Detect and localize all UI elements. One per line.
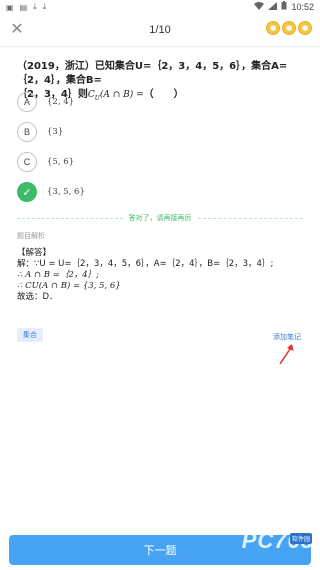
coin-group: ● ● ●	[266, 21, 312, 35]
annotation-arrow-icon	[279, 344, 294, 365]
question-line-1: （2019，浙江）已知集合U=｛2，3，4，5，6｝，集合A=｛2，4｝，集合B…	[17, 61, 288, 86]
download-icon: ⤓	[42, 2, 47, 11]
solution-line: ∴ CU(A ∩ B) = {3, 5, 6}	[17, 281, 121, 291]
option-text: {3}	[47, 127, 64, 137]
status-bar: ▣ ▤ ⤓ ⤓ 10:52	[0, 0, 320, 14]
coin-icon: ●	[266, 21, 280, 35]
result-divider-left	[17, 217, 123, 219]
status-time: 10:52	[291, 2, 314, 12]
solution-line: 故选：D．	[17, 292, 58, 302]
option-letter: C	[17, 152, 37, 172]
coin-icon: ●	[298, 21, 312, 35]
option-text: {3, 5, 6}	[47, 187, 85, 197]
status-right: 10:52	[254, 1, 314, 13]
solution-block: 【解答】 解：∵U = U=｛2，3，4，5，6｝，A=｛2，4｝，B=｛2，3…	[17, 248, 307, 303]
gallery-icon: ▤	[19, 2, 28, 12]
download-icon: ⤓	[33, 2, 37, 11]
wifi-icon	[254, 1, 265, 13]
option-a[interactable]: A {2, 4}	[17, 91, 297, 113]
add-note-link[interactable]: 添加笔记	[273, 332, 301, 342]
analysis-label: 题目解析	[17, 232, 45, 240]
watermark-badge: 软件园	[289, 533, 312, 544]
option-b[interactable]: B {3}	[17, 121, 297, 143]
option-c[interactable]: C {5, 6}	[17, 151, 297, 173]
result-text: 答对了，请再接再厉	[128, 214, 192, 222]
battery-icon	[281, 1, 287, 13]
solution-heading: 【解答】	[17, 248, 52, 258]
option-text: {2, 4}	[47, 97, 75, 107]
signal-icon	[268, 1, 278, 13]
result-banner: 答对了，请再接再厉	[17, 212, 303, 224]
result-divider-right	[197, 217, 303, 219]
topic-tag[interactable]: 集合	[17, 328, 43, 342]
option-text: {5, 6}	[47, 157, 75, 167]
status-icons: ▣ ▤ ⤓ ⤓	[6, 2, 46, 12]
option-d[interactable]: ✓ {3, 5, 6}	[17, 181, 297, 203]
check-icon: ✓	[17, 182, 37, 202]
header-divider	[0, 46, 320, 47]
coin-icon: ●	[282, 21, 296, 35]
option-letter: B	[17, 122, 37, 142]
solution-line: 解：∵U = U=｛2，3，4，5，6｝，A=｛2，4｝，B=｛2，3，4｝;	[17, 259, 274, 269]
app-icon: ▣	[6, 2, 14, 12]
solution-line: ∴ A ∩ B =｛2，4｝;	[17, 270, 100, 280]
header: ✕ 1/10 ● ● ●	[0, 16, 320, 44]
option-letter: A	[17, 92, 37, 112]
